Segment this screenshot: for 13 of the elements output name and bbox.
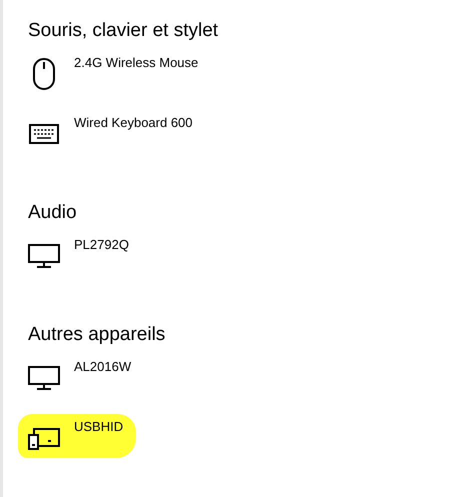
monitor-icon (28, 366, 60, 390)
section-heading: Souris, clavier et stylet (28, 19, 220, 43)
monitor-icon (28, 244, 60, 268)
device-name[interactable]: Wired Keyboard 600 (74, 114, 193, 132)
device-name[interactable]: USBHID (74, 418, 124, 436)
devices-icon (28, 426, 60, 450)
mouse-icon (32, 57, 56, 91)
device-name[interactable]: 2.4G Wireless Mouse (74, 54, 198, 72)
section-heading: Audio (28, 201, 78, 225)
device-name[interactable]: AL2016W (74, 358, 132, 376)
keyboard-icon (29, 124, 59, 144)
device-name[interactable]: PL2792Q (74, 236, 129, 254)
section-heading: Autres appareils (28, 323, 166, 347)
